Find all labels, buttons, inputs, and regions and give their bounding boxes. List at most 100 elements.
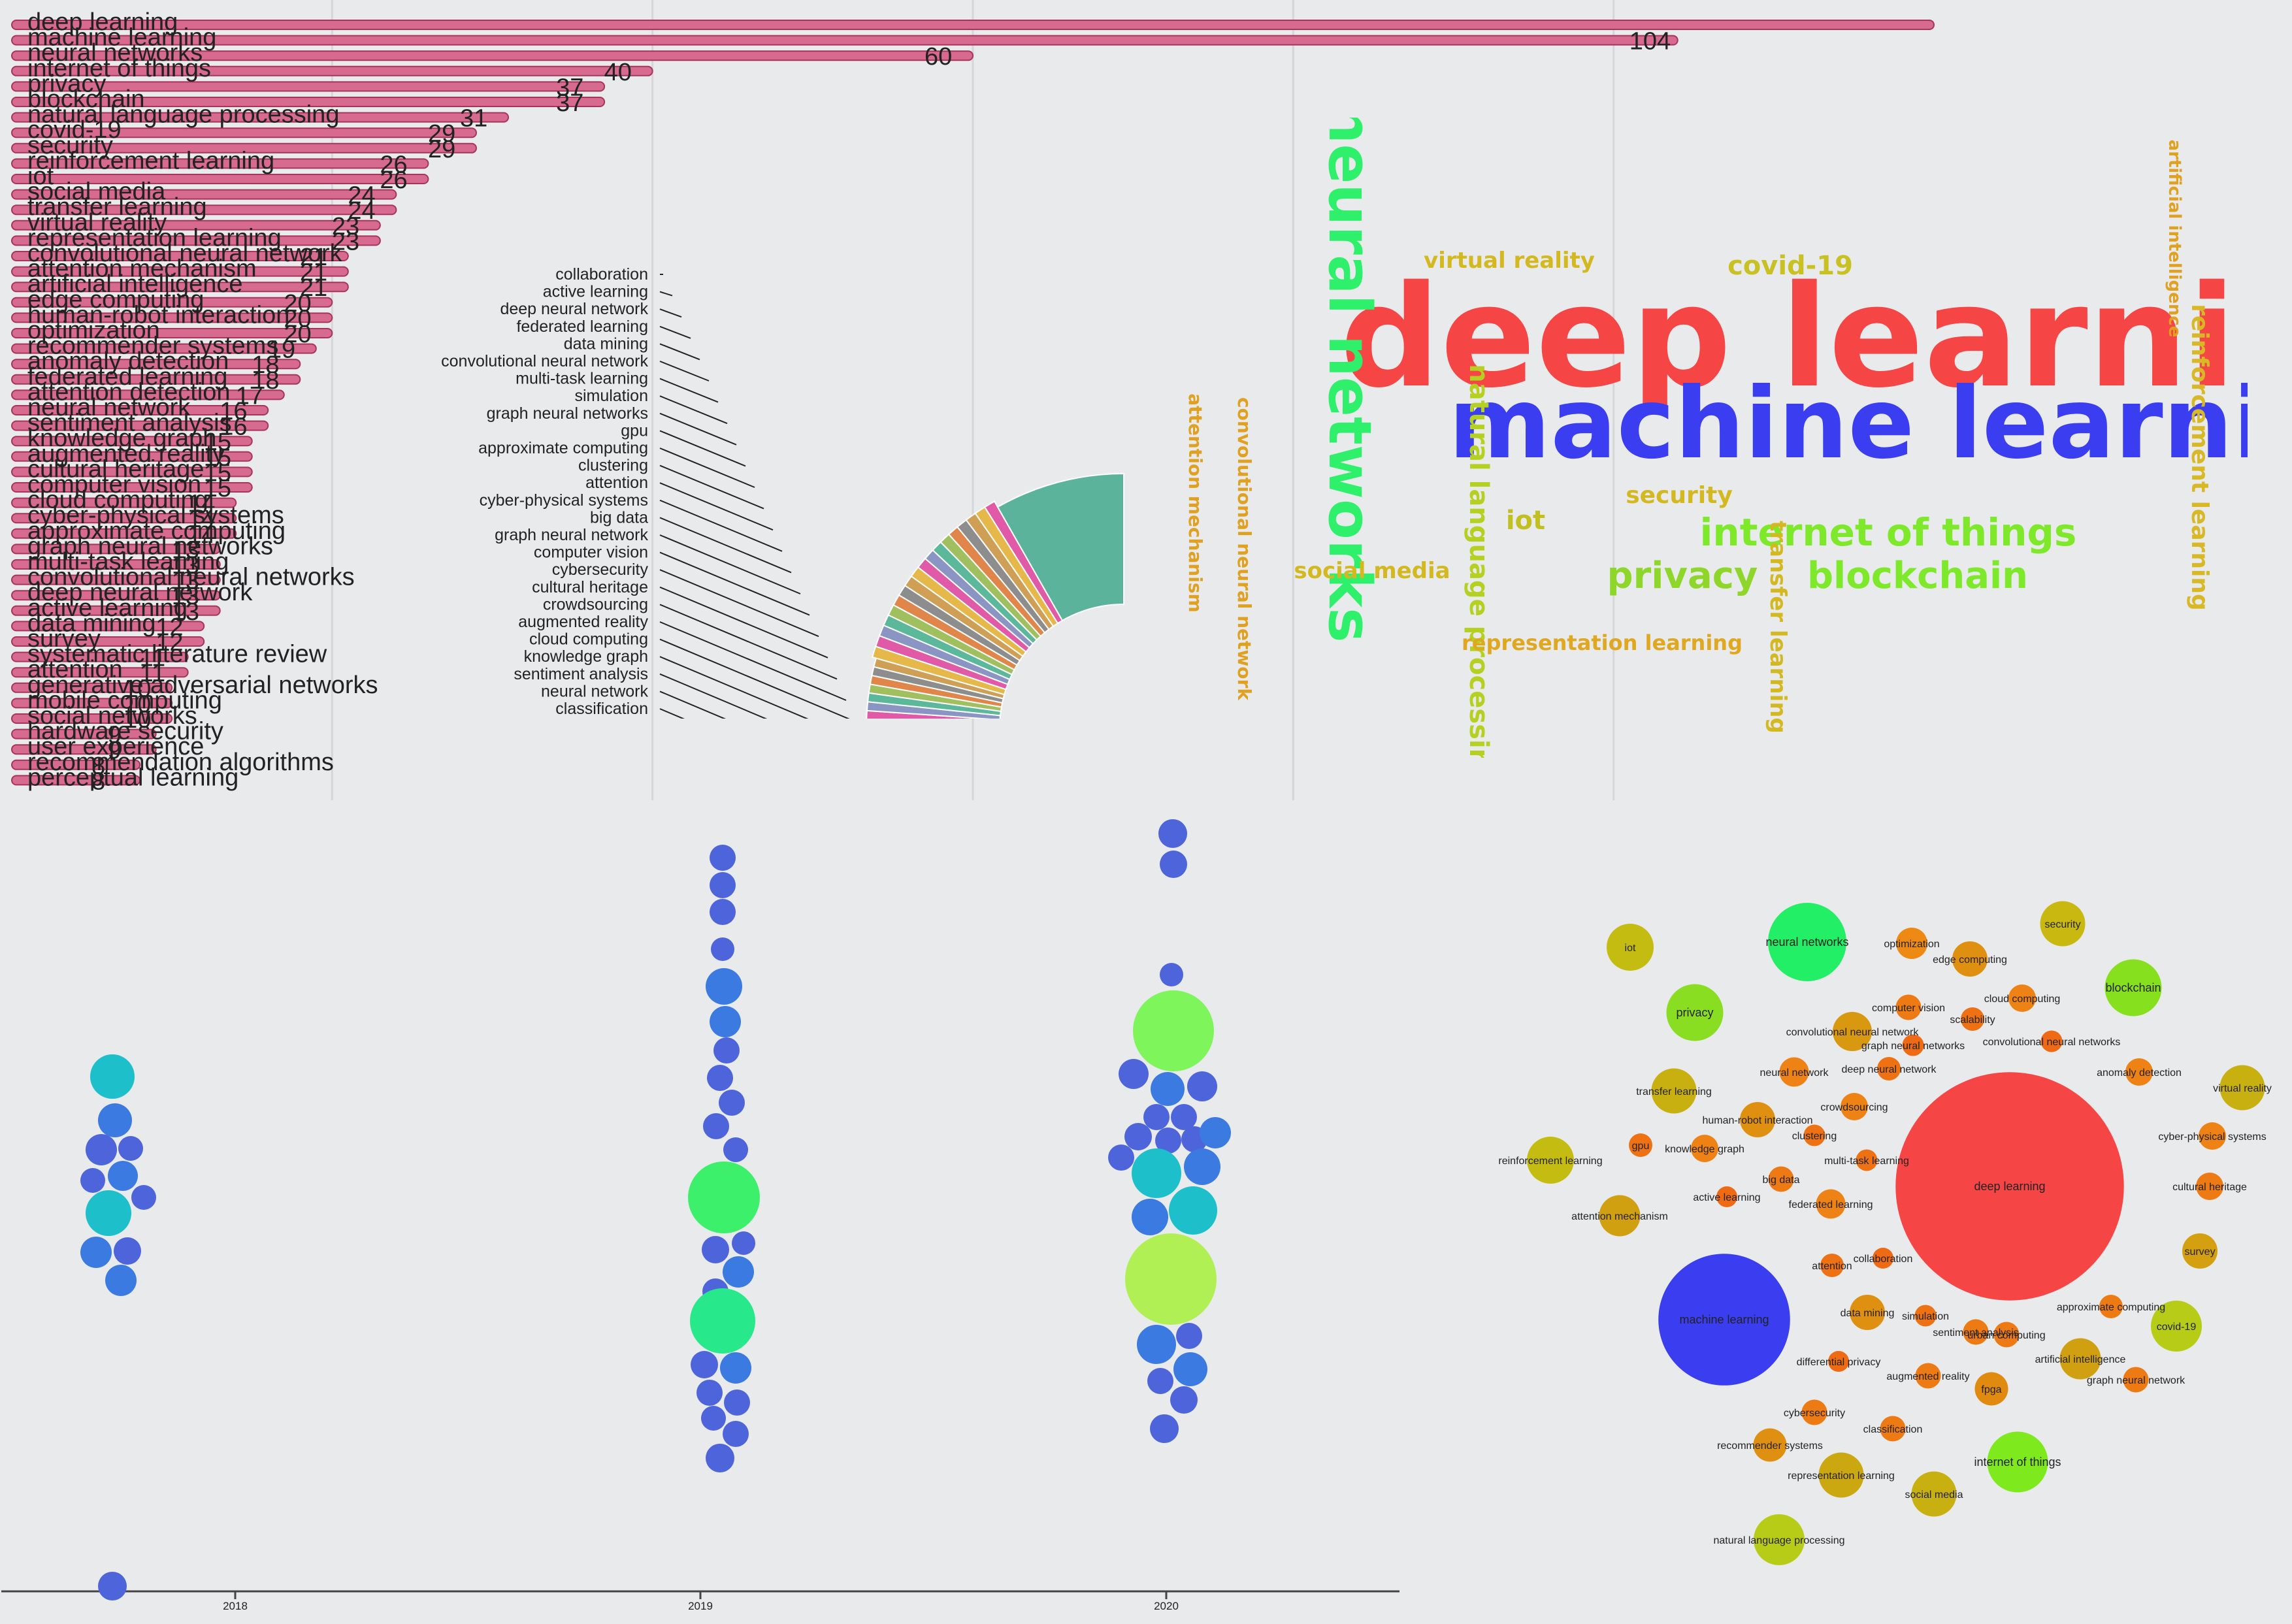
bar-value-label: 31: [460, 105, 487, 133]
bubble-label: simulation: [1902, 1311, 1949, 1322]
bar-1: [11, 35, 1678, 46]
radial-leader-line: [659, 395, 728, 425]
bubble-label: attention mechanism: [1571, 1211, 1668, 1222]
bubble-label: big data: [1763, 1175, 1800, 1186]
bar-category-label: perceptual learning: [27, 764, 238, 791]
swarm-point: [688, 1161, 760, 1233]
radial-leader-line: [659, 447, 755, 488]
bubble-label: approximate computing: [2057, 1302, 2165, 1313]
radial-category-label: augmented reality: [518, 613, 648, 631]
bubble-label: cloud computing: [1984, 994, 2061, 1005]
radial-leader-line: [659, 551, 810, 616]
radial-leader-line: [659, 517, 792, 574]
radial-category-label: simulation: [574, 387, 648, 405]
radial-category-label: deep neural network: [500, 300, 648, 318]
bubble-label: active learning: [1693, 1192, 1760, 1203]
radial-category-label: crowdsourcing: [543, 595, 648, 613]
bubble-label: artificial intelligence: [2035, 1354, 2126, 1365]
swarm-point: [691, 1351, 718, 1378]
radial-category-label: federated learning: [516, 317, 648, 336]
swarm-point: [98, 1572, 127, 1600]
bubble-label: data mining: [1841, 1308, 1895, 1319]
swarm-point: [1169, 1186, 1217, 1235]
cloud-word: artificial intelligence: [2165, 140, 2184, 338]
bar-value-label: 37: [556, 89, 583, 117]
swarm-point: [710, 899, 736, 925]
swarm-point: [713, 1037, 740, 1064]
bubble-label: deep neural network: [1842, 1064, 1937, 1075]
cloud-word: security: [1626, 482, 1733, 509]
cloud-word: machine learning: [1449, 367, 2248, 481]
swarm-point: [710, 1006, 741, 1037]
swarm-point: [1170, 1386, 1198, 1414]
radial-leader-line: [659, 482, 774, 531]
swarm-point: [724, 1389, 750, 1416]
swarm-point: [1132, 1199, 1168, 1235]
cloud-word: virtual reality: [1424, 248, 1595, 274]
radial-category-label: graph neural networks: [487, 404, 648, 423]
cloud-word: social media: [1294, 558, 1450, 584]
swarm-point: [108, 1161, 138, 1191]
bubble-label: classification: [1863, 1424, 1923, 1435]
bubble-label: security: [2044, 919, 2080, 930]
swarm-point: [720, 1352, 751, 1384]
radial-leader-line: [659, 534, 801, 594]
swarm-point: [710, 845, 736, 871]
swarm-point: [1137, 1325, 1176, 1364]
bar-value-label: 60: [925, 43, 952, 71]
swarm-point: [702, 1236, 729, 1263]
radial-leader-line: [659, 673, 874, 765]
swarm-point: [86, 1134, 117, 1165]
cloud-word: blockchain: [1807, 555, 2028, 597]
bubble-label: cyber-physical systems: [2158, 1131, 2266, 1143]
bubble-label: deep learning: [1974, 1180, 2045, 1193]
bubble-label: representation learning: [1788, 1470, 1895, 1482]
bubble-label: neural network: [1760, 1067, 1829, 1079]
bubble-label: urban computing: [1967, 1330, 2045, 1341]
swarm-point: [719, 1090, 745, 1116]
swarm-point: [1171, 1104, 1197, 1130]
radial-leader-line: [659, 412, 737, 446]
cloud-word: privacy: [1607, 555, 1758, 597]
bar-value-label: 104: [1629, 28, 1671, 56]
radial-leader-line: [659, 621, 847, 701]
swarm-point: [696, 1380, 723, 1406]
radial-category-label: attention: [585, 474, 648, 492]
beeswarm-svg: 2018 2019 2020: [1, 819, 1400, 1612]
radial-category-label: graph neural network: [495, 526, 648, 544]
radial-leader-line: [659, 638, 856, 723]
radial-category-label: cultural heritage: [532, 578, 648, 596]
bar-value-label: 8: [91, 768, 105, 795]
swarm-point: [131, 1185, 156, 1210]
swarm-point: [1124, 1123, 1152, 1150]
radial-leader-line: [659, 464, 764, 510]
cloud-word: reinforcement learning: [2186, 304, 2213, 611]
swarm-point: [105, 1265, 137, 1296]
swarm-point: [1176, 1323, 1202, 1349]
cloud-word: representation learning: [1462, 630, 1743, 655]
bubble-chart: deep learning machine learning neural netw…: [1405, 843, 2292, 1594]
radial-leader-line: [659, 291, 673, 297]
swarm-point: [1200, 1117, 1231, 1148]
radial-leader-line: [659, 430, 746, 467]
swarm-point: [1158, 819, 1187, 848]
swarm-point: [1119, 1059, 1149, 1089]
radial-category-label: computer vision: [534, 544, 648, 562]
x-tick-label: 2019: [688, 1600, 713, 1612]
swarm-point: [703, 1113, 729, 1139]
bubble-label: augmented reality: [1886, 1371, 1969, 1382]
radial-category-label: cybersecurity: [552, 560, 649, 579]
bubble-label: clustering: [1792, 1131, 1837, 1142]
bubble-label: reinforcement learning: [1498, 1156, 1602, 1167]
cloud-word: natural language processing: [1464, 364, 1494, 758]
bubble-label: collaboration: [1854, 1254, 1913, 1265]
bubble-label: neural networks: [1765, 935, 1848, 949]
radial-leader-line: [659, 325, 691, 339]
radial-category-label: big data: [590, 508, 648, 527]
swarm-point: [1132, 1148, 1181, 1198]
cloud-word: internet of things: [1700, 510, 2077, 555]
swarm-point: [80, 1168, 105, 1193]
radial-bar-chart: collaboration active learning deep neural …: [405, 261, 1150, 807]
bar-value-label: 23: [332, 228, 359, 255]
swarm-point: [723, 1421, 749, 1447]
